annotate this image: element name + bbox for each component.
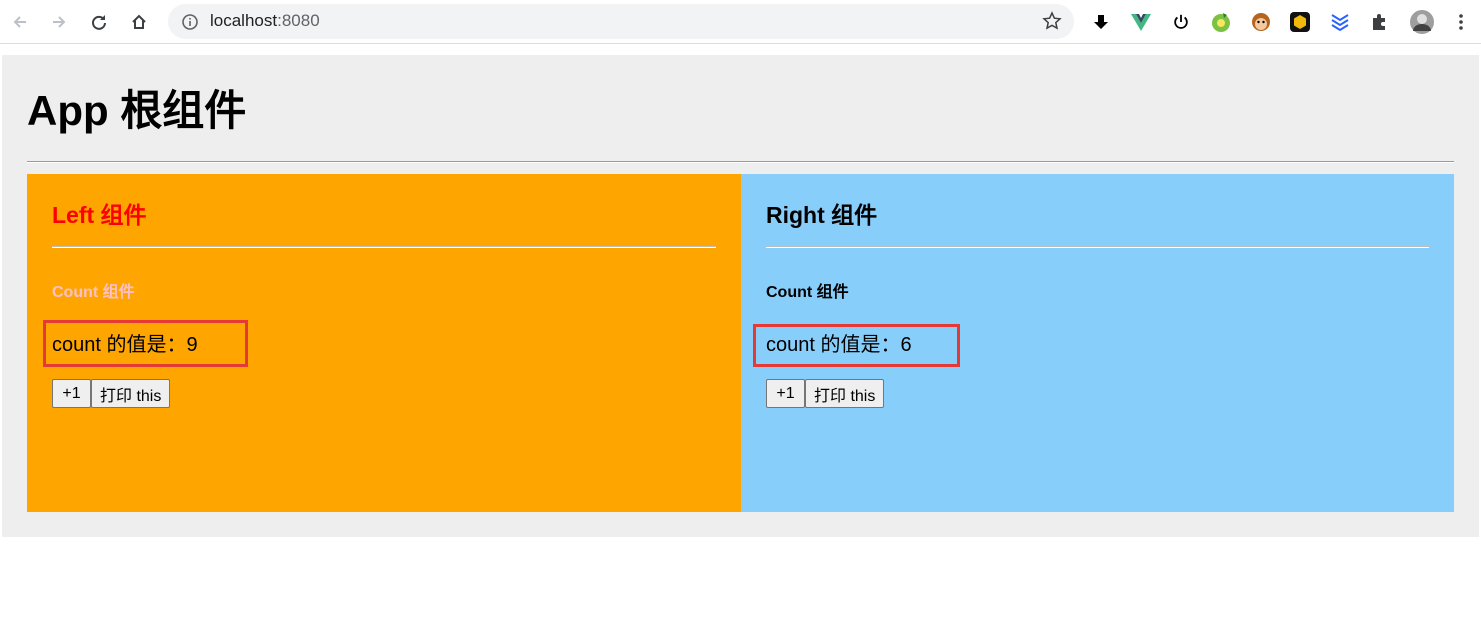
right-increment-button[interactable]: +1	[766, 379, 805, 408]
menu-dots-icon	[1459, 14, 1463, 30]
app-root: App 根组件 Left 组件 Count 组件 count 的值是：9 +1 …	[2, 55, 1479, 537]
info-icon[interactable]	[180, 12, 200, 32]
download-icon	[1094, 15, 1108, 29]
right-divider	[766, 246, 1429, 248]
left-title: Left 组件	[52, 202, 147, 228]
right-count-title: Count 组件	[766, 284, 849, 301]
power-icon	[1174, 14, 1188, 29]
power-extension[interactable]	[1170, 11, 1192, 33]
extension-cube-icon	[1290, 12, 1310, 32]
download-extension[interactable]	[1090, 11, 1112, 33]
monkey-extension[interactable]	[1250, 11, 1272, 33]
forward-button[interactable]	[45, 8, 73, 36]
back-button[interactable]	[6, 8, 34, 36]
vue-devtools-icon	[1131, 14, 1151, 31]
profile-avatar-icon	[1410, 10, 1434, 34]
left-count-title: Count 组件	[52, 284, 135, 301]
profile-button[interactable]	[1409, 9, 1435, 35]
right-component: Right 组件 Count 组件 count 的值是：6 +1 打印 this	[741, 174, 1454, 512]
left-button-group: +1 打印 this	[52, 379, 171, 408]
right-print-this-button[interactable]: 打印 this	[805, 379, 885, 408]
left-component: Left 组件 Count 组件 count 的值是：9 +1 打印 this	[27, 174, 741, 512]
home-icon	[132, 14, 146, 29]
reload-icon	[92, 15, 106, 30]
right-button-group: +1 打印 this	[766, 379, 885, 408]
menu-button[interactable]	[1450, 11, 1472, 33]
url-port: :8080	[277, 11, 320, 30]
app-title: App 根组件	[27, 87, 247, 134]
layers-extension[interactable]	[1329, 11, 1351, 33]
forward-icon	[53, 16, 66, 28]
extensions-button[interactable]	[1369, 11, 1391, 33]
left-print-this-button[interactable]: 打印 this	[91, 379, 171, 408]
extension-layers-icon	[1331, 14, 1349, 32]
green-extension[interactable]	[1210, 11, 1232, 33]
left-divider	[52, 246, 716, 248]
browser-toolbar: localhost:8080	[0, 0, 1481, 44]
home-button[interactable]	[125, 8, 153, 36]
right-title: Right 组件	[766, 202, 878, 228]
left-count-value: count 的值是：9	[52, 334, 198, 356]
back-icon	[13, 16, 26, 28]
url-text[interactable]: localhost:8080	[210, 11, 320, 31]
left-increment-button[interactable]: +1	[52, 379, 91, 408]
vue-devtools-extension[interactable]	[1130, 11, 1152, 33]
star-icon[interactable]	[1042, 11, 1062, 31]
app-divider	[27, 161, 1454, 163]
address-bar[interactable]: localhost:8080	[168, 4, 1074, 39]
right-count-value: count 的值是：6	[766, 334, 912, 356]
extension-green-icon	[1212, 13, 1230, 32]
cube-extension[interactable]	[1289, 11, 1311, 33]
reload-button[interactable]	[85, 8, 113, 36]
url-host: localhost	[210, 11, 278, 30]
extensions-puzzle-icon	[1373, 14, 1385, 30]
extension-monkey-icon	[1252, 13, 1270, 31]
